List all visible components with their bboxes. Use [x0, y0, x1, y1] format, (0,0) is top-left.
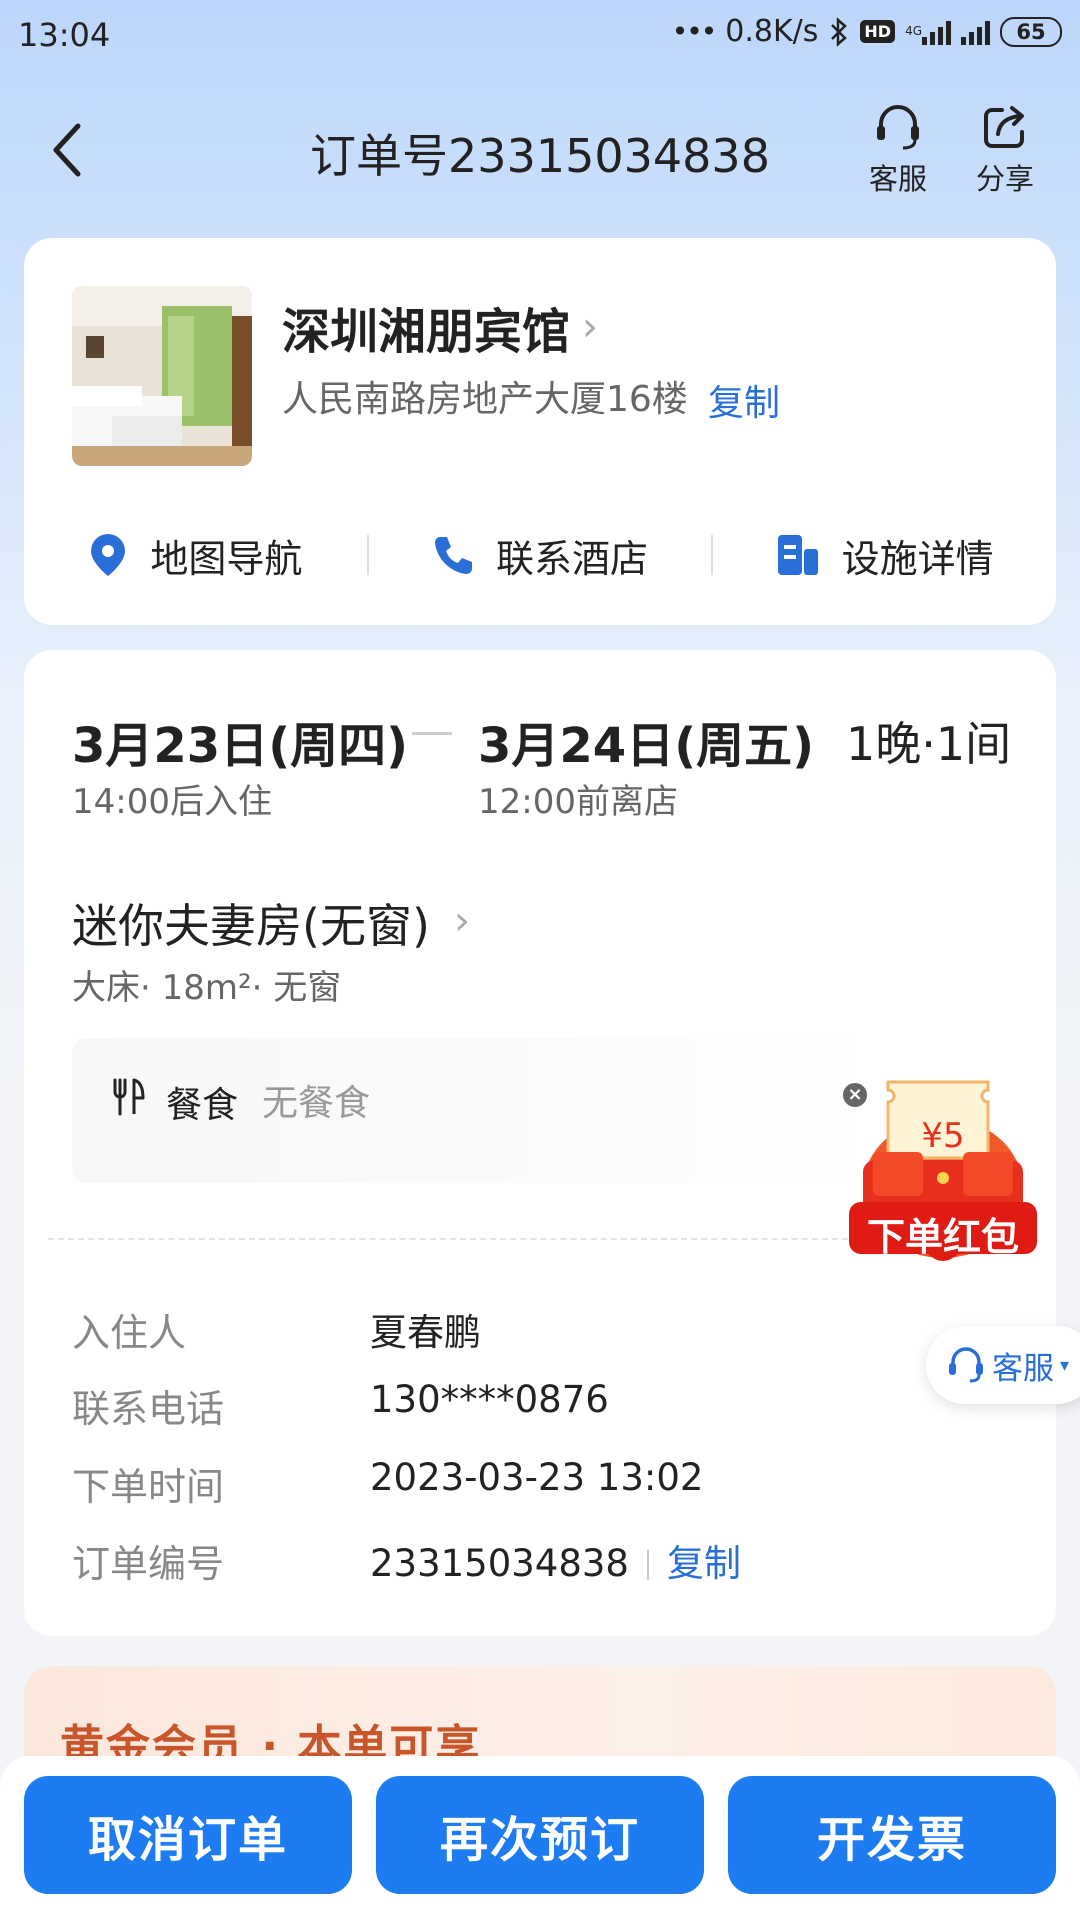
hotel-card: 深圳湘朋宾馆 › 人民南路房地产大厦16楼 复制 地图导航 联系酒店 设施详情: [24, 238, 1056, 625]
headset-icon: [877, 105, 919, 150]
status-indicators: ••• 0.8K/s HD 4G 65: [672, 14, 1062, 49]
bottom-action-bar: 取消订单 再次预订 开发票: [0, 1756, 1080, 1920]
map-navigation-label: 地图导航: [150, 536, 303, 581]
order-time-value: 2023-03-23 13:02: [370, 1456, 704, 1499]
invoice-button[interactable]: 开发票: [728, 1776, 1056, 1894]
chevron-down-icon: ▾: [1060, 1354, 1070, 1376]
hotel-address: 人民南路房地产大厦16楼: [282, 379, 688, 420]
network-speed: 0.8K/s: [725, 14, 819, 49]
share-button[interactable]: 分享: [960, 102, 1050, 198]
customer-service-label: 客服: [868, 162, 927, 196]
battery-icon: 65: [1000, 16, 1062, 47]
cancel-order-button[interactable]: 取消订单: [24, 1776, 352, 1894]
dashed-divider: [48, 1238, 868, 1240]
copy-address-button[interactable]: 复制: [708, 374, 780, 426]
meal-info: 餐食 无餐食: [72, 1038, 872, 1183]
guest-value: 夏春鹏: [370, 1311, 481, 1354]
phone-value: 130****0876: [370, 1378, 609, 1421]
status-time: 13:04: [18, 16, 111, 54]
headset-icon: [949, 1347, 983, 1383]
facility-details-label: 设施详情: [841, 536, 994, 581]
room-spec: 大床· 18m²· 无窗: [72, 968, 342, 1008]
network-type: 4G: [905, 23, 922, 38]
red-packet-button[interactable]: ¥5 下单红包: [843, 1078, 1043, 1278]
bluetooth-icon: [831, 16, 848, 47]
order-number-value: 23315034838: [370, 1542, 629, 1585]
copy-order-number-button[interactable]: 复制: [667, 1542, 741, 1585]
order-number-label: 订单编号: [72, 1542, 225, 1586]
checkin-date: 3月23日(周四): [72, 718, 409, 774]
map-navigation-button[interactable]: 地图导航: [24, 520, 367, 590]
hotel-name[interactable]: 深圳湘朋宾馆: [282, 292, 570, 362]
red-packet-label: 下单红包: [866, 1215, 1019, 1259]
floating-service-label: 客服: [992, 1350, 1054, 1387]
guest-label: 入住人: [72, 1311, 187, 1355]
floating-service-button[interactable]: 客服 ▾: [926, 1326, 1080, 1404]
red-packet-amount: ¥5: [921, 1116, 965, 1156]
phone-icon: [435, 537, 472, 574]
contact-hotel-label: 联系酒店: [496, 536, 649, 581]
room-name[interactable]: 迷你夫妻房(无窗): [72, 890, 430, 956]
phone-label: 联系电话: [72, 1387, 225, 1431]
customer-service-button[interactable]: 客服: [853, 102, 943, 198]
order-number-value-wrap: 23315034838 复制: [370, 1533, 741, 1587]
facility-details-button[interactable]: 设施详情: [713, 520, 1056, 590]
location-pin-icon: [91, 534, 126, 576]
checkout-note: 12:00前离店: [478, 782, 678, 822]
page-header: 订单号23315034838 客服 分享: [0, 90, 1080, 220]
hotel-action-bar: 地图导航 联系酒店 设施详情: [24, 520, 1056, 590]
chevron-right-icon: ›: [582, 304, 598, 350]
rebook-button[interactable]: 再次预订: [376, 1776, 704, 1894]
building-icon: [777, 535, 818, 575]
fork-knife-icon: [113, 1078, 145, 1116]
share-icon: [984, 106, 1024, 148]
hd-voice-icon: HD: [860, 20, 896, 43]
meal-label: 餐食: [166, 1085, 239, 1126]
date-range-dash: [412, 732, 452, 735]
checkout-date: 3月24日(周五): [478, 718, 815, 774]
order-time-label: 下单时间: [72, 1465, 225, 1509]
divider: [646, 1550, 649, 1580]
hotel-photo[interactable]: [72, 286, 252, 466]
signal-icon: 4G: [905, 19, 951, 45]
contact-hotel-button[interactable]: 联系酒店: [369, 520, 712, 590]
signal-icon: [961, 19, 990, 45]
more-dots: •••: [671, 15, 718, 48]
meal-value: 无餐食: [262, 1083, 371, 1124]
status-bar: 13:04 ••• 0.8K/s HD 4G 65: [0, 0, 1080, 72]
share-label: 分享: [975, 162, 1034, 196]
checkin-note: 14:00后入住: [72, 782, 272, 822]
nights-rooms: 1晚·1间: [846, 717, 1012, 771]
chevron-right-icon: ›: [454, 898, 470, 944]
